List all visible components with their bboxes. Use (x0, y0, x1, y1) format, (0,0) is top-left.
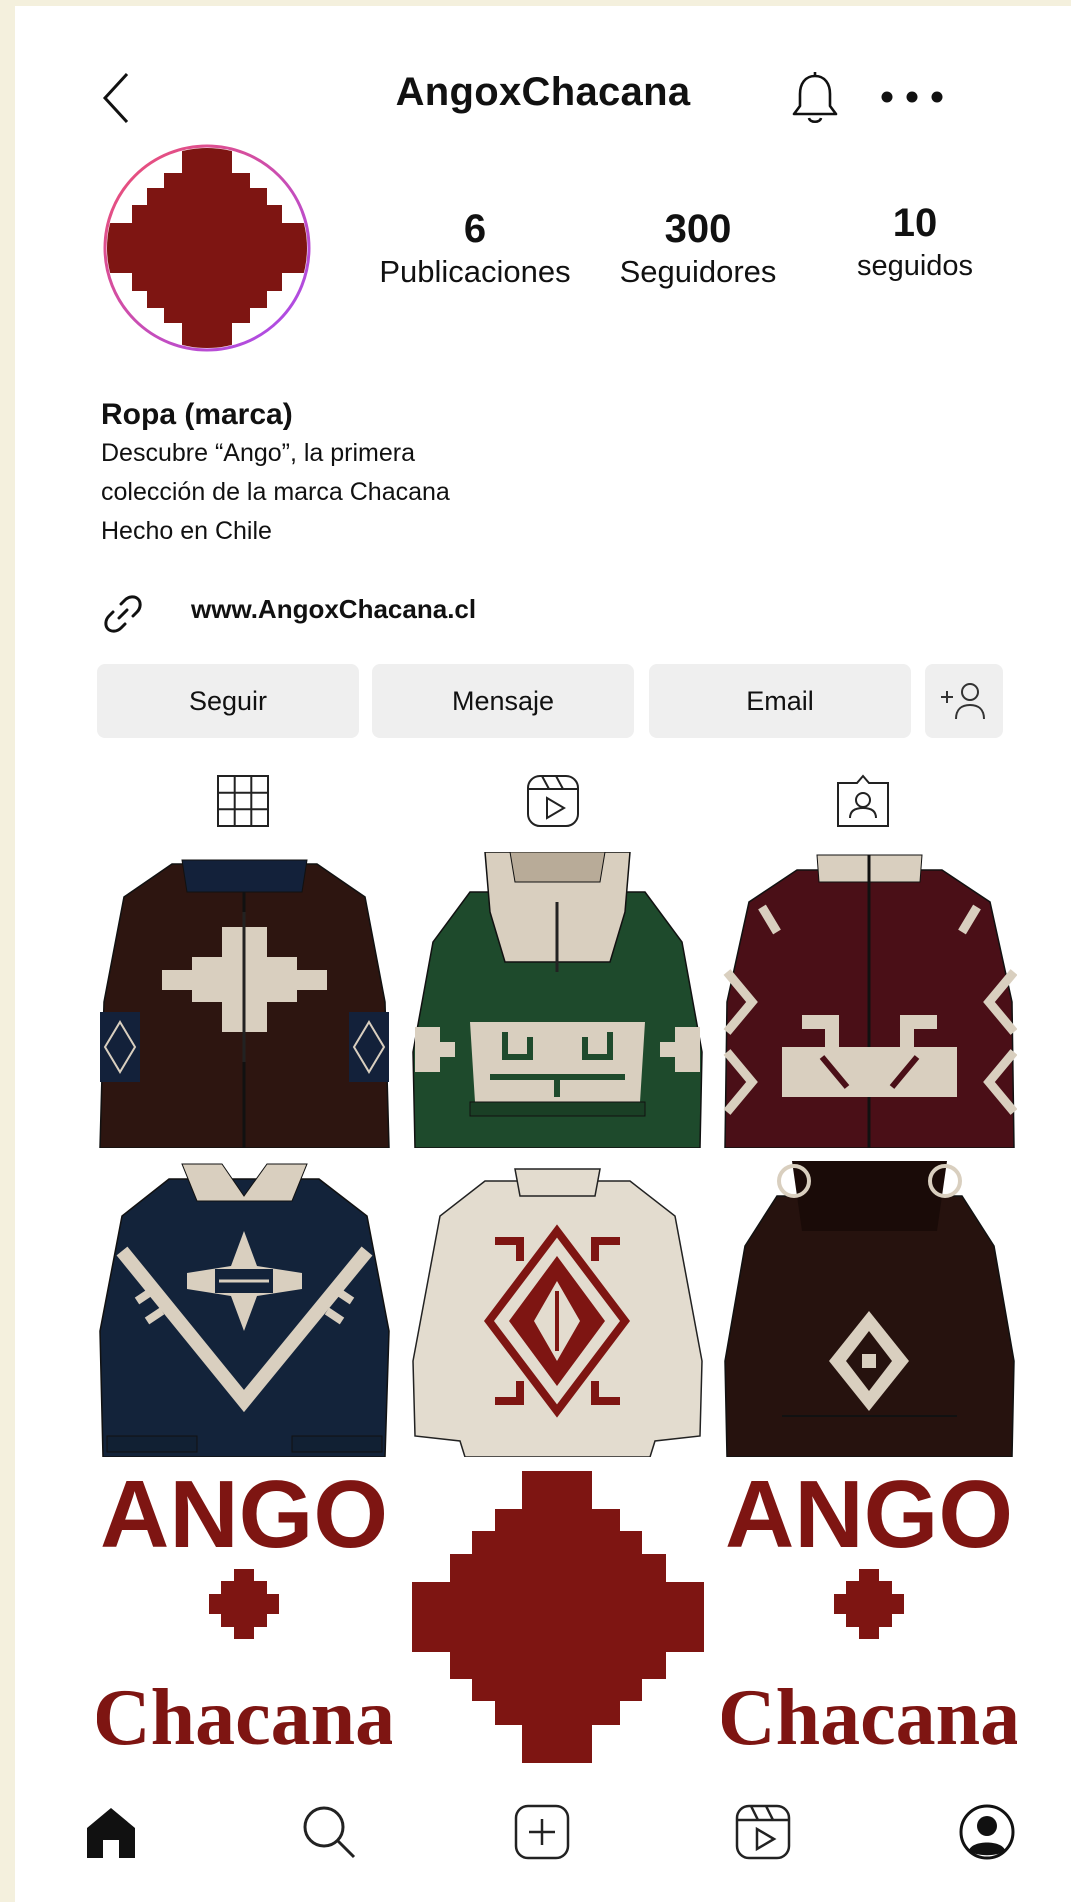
avatar[interactable] (102, 143, 312, 353)
post-hoodie-dark-brown[interactable] (722, 1161, 1017, 1457)
add-user-icon (941, 683, 985, 720)
tagged-icon[interactable] (835, 773, 891, 829)
jacket-burgundy-image (723, 854, 1017, 1148)
top-bar: AngoxChacana (15, 46, 1071, 146)
bio-line: Descubre “Ango”, la primera (101, 439, 416, 467)
chacana-cross-image (412, 1471, 704, 1763)
search-icon[interactable] (299, 1802, 359, 1862)
stat-following-value: 10 (892, 201, 938, 245)
post-jacket-brown[interactable] (97, 852, 392, 1148)
post-jacket-burgundy[interactable] (722, 852, 1017, 1148)
bio-line: Hecho en Chile (101, 517, 272, 545)
post-hoodie-green[interactable] (410, 852, 705, 1148)
logo-text-bottom: Chacana (97, 1674, 392, 1762)
profile-icon[interactable] (957, 1802, 1017, 1862)
jacket-navy-image (99, 1163, 390, 1457)
post-sweater-cream[interactable] (410, 1161, 705, 1457)
stat-posts[interactable]: 6 Publicaciones (370, 206, 580, 292)
stat-posts-label: Publicaciones (379, 254, 571, 289)
home-icon[interactable] (81, 1802, 141, 1862)
sweater-cream-image (412, 1168, 703, 1457)
message-button[interactable]: Mensaje (372, 664, 634, 738)
post-logo-text-2[interactable]: ANGO Chacana (722, 1469, 1017, 1765)
stat-following-label: seguidos (856, 250, 974, 282)
post-grid: ANGO Chacana ANGO Chacana (97, 852, 1017, 1764)
reels-icon[interactable] (525, 773, 581, 829)
jacket-brown-image (99, 859, 390, 1148)
post-jacket-navy[interactable] (97, 1161, 392, 1457)
more-horizontal-icon[interactable] (877, 86, 947, 108)
logo-text-top: ANGO (725, 1469, 1013, 1568)
stat-following[interactable]: 10 seguidos (820, 200, 1010, 286)
stat-followers-value: 300 (664, 207, 732, 251)
hoodie-dark-brown-image (724, 1161, 1015, 1457)
profile-category: Ropa (marca) (101, 398, 293, 431)
email-button[interactable]: Email (649, 664, 911, 738)
bell-icon[interactable] (787, 70, 843, 126)
link-icon (104, 595, 142, 633)
profile-website-link[interactable]: www.AngoxChacana.cl (191, 594, 476, 625)
logo-text-bottom: Chacana (722, 1674, 1017, 1762)
profile-bio: Ropa (marca) Descubre “Ango”, la primera… (101, 396, 450, 551)
logo-text-top: ANGO (100, 1469, 388, 1568)
bio-line: colección de la marca Chacana (101, 478, 450, 506)
ango-chacana-logo-image: ANGO Chacana (722, 1469, 1017, 1762)
create-icon[interactable] (512, 1802, 572, 1862)
stat-followers[interactable]: 300 Seguidores (598, 206, 798, 292)
ango-chacana-logo-image: ANGO Chacana (97, 1469, 392, 1762)
post-cross-logo[interactable] (410, 1469, 705, 1765)
profile-screen: AngoxChacana 6 Publicaciones 300 Seguido… (15, 6, 1071, 1902)
stat-followers-label: Seguidores (619, 254, 777, 289)
stat-posts-value: 6 (463, 207, 487, 251)
post-logo-text-1[interactable]: ANGO Chacana (97, 1469, 392, 1765)
hoodie-green-image (412, 852, 703, 1148)
follow-button[interactable]: Seguir (97, 664, 359, 738)
grid-icon[interactable] (215, 773, 271, 829)
add-user-button[interactable] (925, 664, 1003, 738)
reels-nav-icon[interactable] (733, 1802, 793, 1862)
